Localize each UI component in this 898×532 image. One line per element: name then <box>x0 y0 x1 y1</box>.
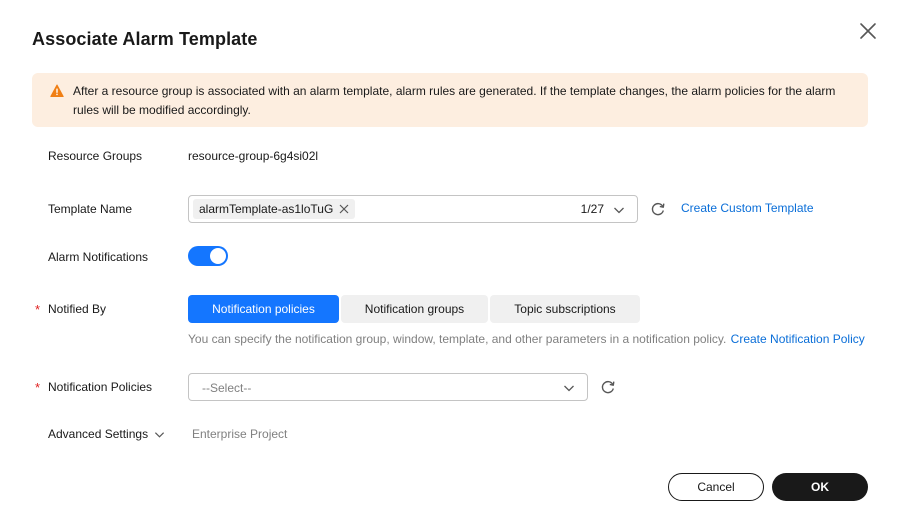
advanced-settings-summary: Enterprise Project <box>192 427 288 441</box>
option-notification-groups[interactable]: Notification groups <box>341 295 488 323</box>
required-mark: * <box>35 302 41 317</box>
notified-by-segmented-control: Notification policies Notification group… <box>188 295 640 323</box>
toggle-knob <box>210 248 226 264</box>
template-tag-label: alarmTemplate-as1loTuG <box>199 202 334 216</box>
option-topic-subscriptions[interactable]: Topic subscriptions <box>490 295 640 323</box>
create-notification-policy-link[interactable]: Create Notification Policy <box>731 332 865 346</box>
notified-by-hint: You can specify the notification group, … <box>188 332 865 346</box>
create-custom-template-link[interactable]: Create Custom Template <box>681 201 814 215</box>
chevron-down-icon <box>614 207 624 214</box>
resource-groups-label: Resource Groups <box>48 149 143 163</box>
resource-group-value: resource-group-6g4si02l <box>188 149 319 163</box>
notification-policies-select[interactable]: --Select-- <box>188 373 588 401</box>
select-placeholder: --Select-- <box>202 381 252 395</box>
advanced-settings-toggle[interactable]: Advanced Settings <box>48 427 165 441</box>
template-name-select[interactable]: alarmTemplate-as1loTuG 1/27 <box>188 195 638 223</box>
cancel-button[interactable]: Cancel <box>668 473 764 501</box>
template-count: 1/27 <box>580 202 604 216</box>
alarm-notifications-label: Alarm Notifications <box>48 250 149 264</box>
option-notification-policies[interactable]: Notification policies <box>188 295 339 323</box>
associate-alarm-template-dialog: Associate Alarm Template After a resourc… <box>0 0 898 532</box>
advanced-settings-label: Advanced Settings <box>48 427 149 441</box>
notified-by-label: Notified By <box>48 302 107 316</box>
warning-banner: After a resource group is associated wit… <box>32 73 868 127</box>
close-button[interactable] <box>857 20 879 42</box>
required-mark: * <box>35 380 41 395</box>
template-name-label: Template Name <box>48 202 133 216</box>
alarm-notifications-toggle[interactable] <box>188 246 228 266</box>
ok-button[interactable]: OK <box>772 473 868 501</box>
chevron-down-icon <box>155 431 165 438</box>
chevron-down-icon <box>564 385 574 392</box>
warning-text: After a resource group is associated wit… <box>73 84 836 117</box>
dialog-title: Associate Alarm Template <box>32 29 258 49</box>
tag-remove-icon[interactable] <box>339 204 349 214</box>
hint-text: You can specify the notification group, … <box>188 332 727 346</box>
template-tag: alarmTemplate-as1loTuG <box>193 199 356 219</box>
refresh-icon[interactable] <box>650 201 666 217</box>
close-icon <box>860 23 876 39</box>
refresh-icon[interactable] <box>600 379 616 395</box>
warning-icon <box>50 84 64 97</box>
notification-policies-label: Notification Policies <box>48 380 153 394</box>
